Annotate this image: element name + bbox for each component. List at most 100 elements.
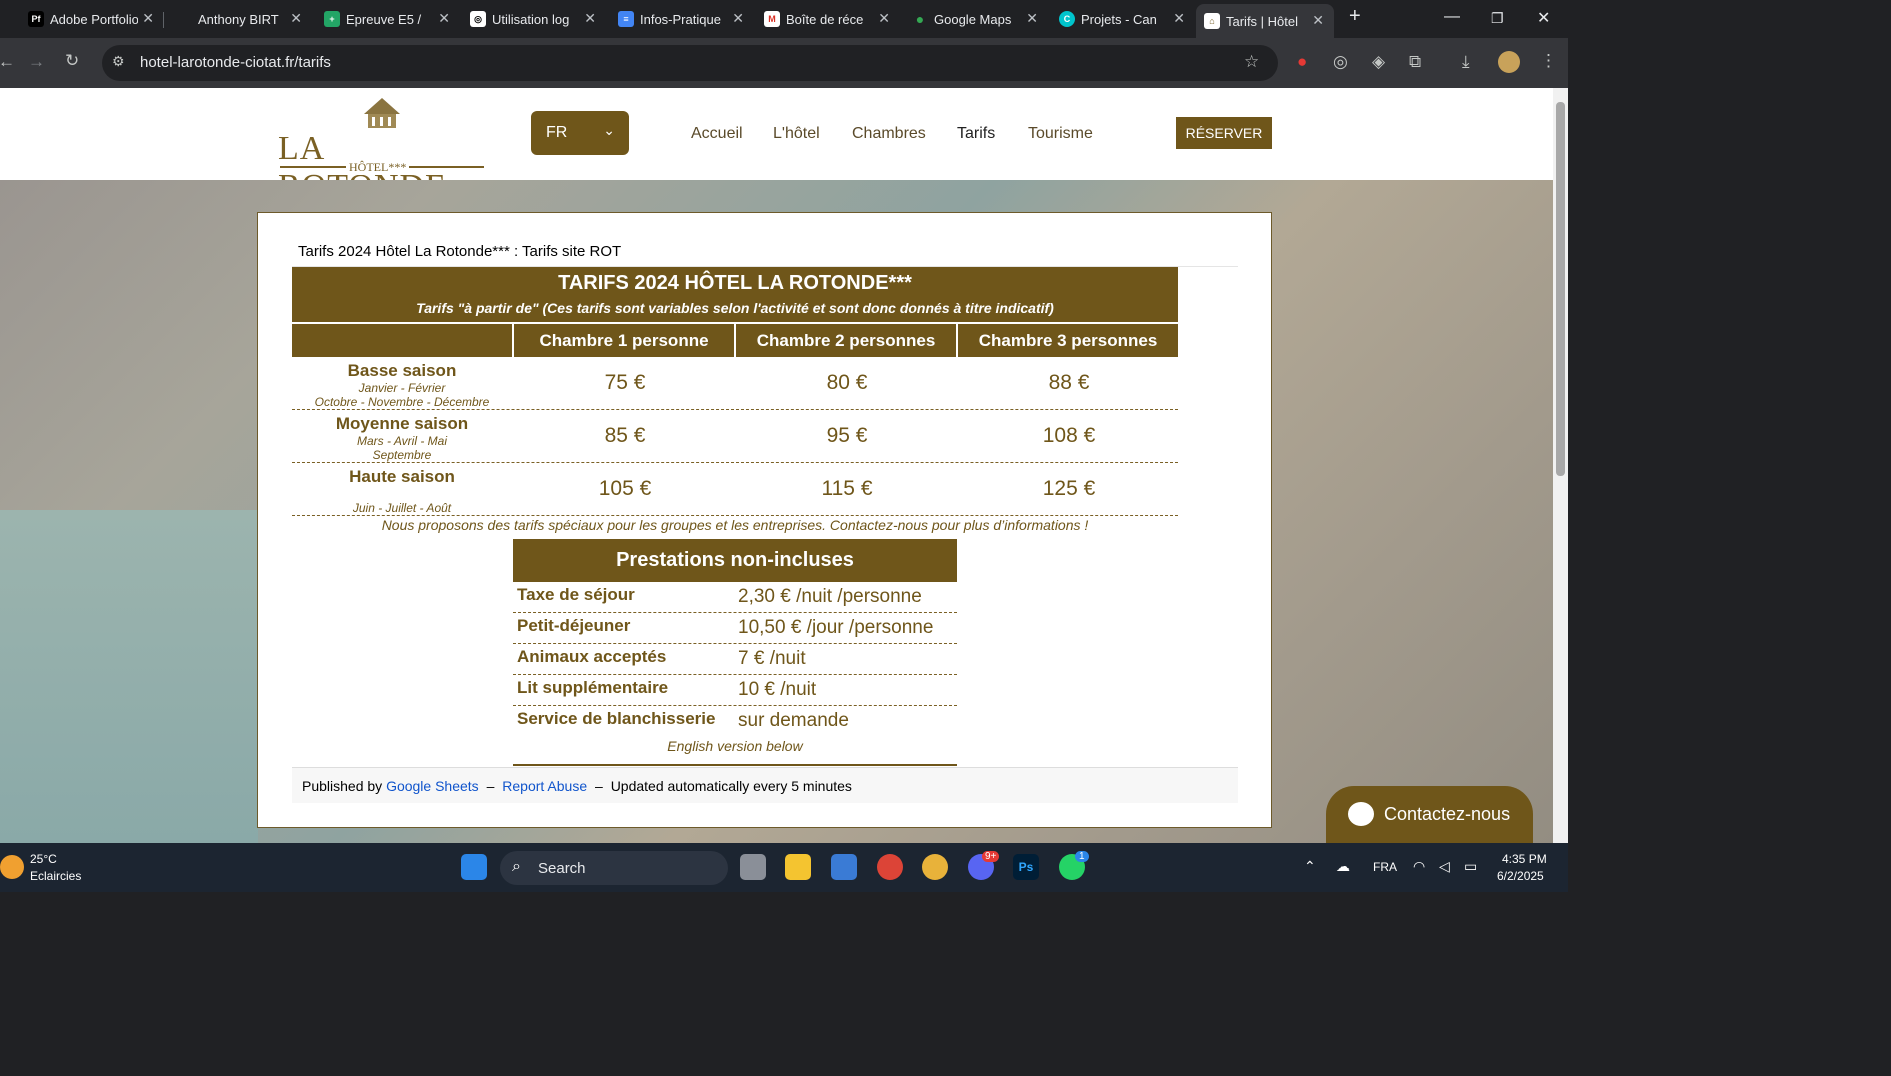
input-language[interactable]: FRA: [1373, 860, 1397, 874]
close-icon[interactable]: ✕: [584, 10, 596, 27]
column-header-1: Chambre 1 personne: [514, 324, 734, 357]
chevron-down-icon: ⌄: [603, 122, 615, 138]
nav-accueil[interactable]: Accueil: [691, 125, 743, 143]
prestation-label: Lit supplémentaire: [517, 678, 669, 697]
minimize-icon[interactable]: —: [1444, 8, 1460, 26]
profile-avatar[interactable]: [1498, 51, 1520, 73]
price-2-persons: 80 €: [826, 371, 868, 394]
prestation-row: Animaux acceptés 7 € /nuit: [513, 644, 957, 675]
logo-sub: HÔTEL***: [346, 160, 410, 175]
clock-date[interactable]: 6/2/2025: [1497, 869, 1544, 883]
nav-chambres[interactable]: Chambres: [852, 125, 926, 143]
nav-tarifs[interactable]: Tarifs: [957, 125, 995, 143]
tab-tarifs-active[interactable]: ⌂ Tarifs | Hôtel ✕: [1196, 4, 1334, 38]
task-view-icon[interactable]: [740, 854, 766, 880]
bookmark-star-icon[interactable]: ☆: [1244, 52, 1259, 72]
language-value: FR: [546, 124, 568, 141]
forward-icon[interactable]: →: [28, 52, 45, 72]
tab-title: Epreuve E5 /: [346, 11, 422, 27]
close-icon[interactable]: ✕: [1312, 12, 1324, 29]
contact-chat-button[interactable]: Contactez-nous: [1326, 786, 1533, 843]
close-icon[interactable]: ✕: [438, 10, 450, 27]
weather-icon[interactable]: [0, 855, 24, 879]
file-explorer-icon[interactable]: [785, 854, 811, 880]
google-sheets-link[interactable]: Google Sheets: [386, 778, 479, 794]
season-cell: Moyenne saison Mars - Avril - Mai Septem…: [292, 410, 512, 462]
reserve-button[interactable]: RÉSERVER: [1176, 117, 1272, 149]
price-1-person: 105 €: [598, 477, 652, 500]
tab-gmail[interactable]: M Boîte de réce ✕: [760, 6, 890, 32]
tray-chevron-up-icon[interactable]: ⌃: [1304, 858, 1316, 875]
onedrive-icon[interactable]: ☁: [1336, 858, 1350, 875]
season-months: Septembre: [372, 448, 432, 462]
chrome-icon[interactable]: [877, 854, 903, 880]
url-text[interactable]: hotel-larotonde-ciotat.fr/tarifs: [140, 54, 331, 71]
close-window-icon[interactable]: ✕: [1537, 8, 1550, 28]
reload-icon[interactable]: ↻: [65, 51, 79, 71]
tab-title: Anthony BIRT: [198, 11, 279, 27]
new-tab-button[interactable]: +: [1349, 5, 1361, 28]
chat-label: Contactez-nous: [1384, 804, 1511, 824]
chrome-profile-icon[interactable]: [922, 854, 948, 880]
tab-adobe-portfolio[interactable]: Pf Adobe Portfolio ✕: [24, 6, 154, 32]
taskbar-search[interactable]: ⌕ Search: [500, 851, 728, 885]
maps-icon: ●: [915, 11, 925, 27]
tab-infos[interactable]: ≡ Infos-Pratique ✕: [614, 6, 744, 32]
tab-utilisation[interactable]: ◎ Utilisation log ✕: [466, 6, 596, 32]
prestation-row: Petit-déjeuner 10,50 € /jour /personne: [513, 613, 957, 644]
tab-anthony[interactable]: Anthony BIRT ✕: [172, 6, 302, 32]
column-header-2: Chambre 2 personnes: [736, 324, 956, 357]
prestation-value: 7 € /nuit: [738, 648, 806, 669]
updated-text: Updated automatically every 5 minutes: [610, 778, 852, 794]
close-icon[interactable]: ✕: [1173, 10, 1185, 27]
close-icon[interactable]: ✕: [878, 10, 890, 27]
page-scrollbar-thumb[interactable]: [1556, 102, 1565, 476]
tab-maps[interactable]: ● Google Maps ✕: [908, 6, 1038, 32]
battery-icon[interactable]: ▭: [1464, 858, 1477, 875]
tab-canva[interactable]: C Projets - Can ✕: [1055, 6, 1185, 32]
page-scrollbar[interactable]: [1553, 88, 1568, 843]
weather-desc[interactable]: Eclaircies: [30, 869, 81, 883]
tab-epreuve[interactable]: + Epreuve E5 / ✕: [320, 6, 450, 32]
season-name: Moyenne saison: [335, 414, 469, 433]
openai-icon: ◎: [470, 11, 486, 27]
site-info-icon[interactable]: ⚙: [112, 53, 125, 70]
price-1-person: 85 €: [604, 424, 646, 447]
extension-hand-icon[interactable]: ●: [1297, 52, 1307, 72]
hotel-logo[interactable]: LA ROTONDE HÔTEL***: [278, 96, 486, 205]
language-select[interactable]: FR ⌄: [531, 111, 629, 155]
close-icon[interactable]: ✕: [290, 10, 302, 27]
groups-note: Nous proposons des tarifs spéciaux pour …: [381, 517, 1089, 533]
report-abuse-link[interactable]: Report Abuse: [502, 778, 587, 794]
nav-hotel[interactable]: L'hôtel: [773, 125, 820, 143]
wifi-icon[interactable]: ◠: [1413, 858, 1425, 875]
clock-time[interactable]: 4:35 PM: [1502, 852, 1547, 866]
nav-tourisme[interactable]: Tourisme: [1028, 125, 1093, 143]
photoshop-icon[interactable]: Ps: [1013, 854, 1039, 880]
divider: [513, 764, 957, 766]
shield-icon[interactable]: ◈: [1372, 52, 1385, 72]
price-3-persons: 108 €: [1042, 424, 1096, 447]
prestation-label: Service de blanchisserie: [517, 709, 716, 728]
back-icon[interactable]: ←: [0, 52, 15, 72]
extension-glasses-icon[interactable]: ◎: [1333, 52, 1348, 72]
tab-separator: [163, 12, 164, 28]
download-icon[interactable]: ⤓: [1462, 52, 1470, 72]
prestation-label: Petit-déjeuner: [517, 616, 631, 635]
address-bar[interactable]: ⚙ hotel-larotonde-ciotat.fr/tarifs ☆: [102, 45, 1278, 81]
weather-temp[interactable]: 25°C: [30, 852, 57, 866]
photos-icon[interactable]: [831, 854, 857, 880]
english-version-note: English version below: [667, 738, 803, 754]
menu-dots-icon[interactable]: ⋮: [1540, 51, 1557, 71]
close-icon[interactable]: ✕: [732, 10, 744, 27]
sheet-doc-title: Tarifs 2024 Hôtel La Rotonde*** : Tarifs…: [292, 237, 1238, 267]
volume-muted-icon[interactable]: ◁: [1439, 858, 1450, 875]
close-icon[interactable]: ✕: [142, 10, 154, 27]
extensions-puzzle-icon[interactable]: ⧉: [1409, 52, 1421, 72]
tab-title: Infos-Pratique: [640, 11, 721, 27]
published-by-text: Published by: [302, 778, 383, 794]
sheets-icon: +: [324, 11, 340, 27]
windows-start-icon[interactable]: [461, 854, 487, 880]
restore-icon[interactable]: ❐: [1491, 10, 1504, 27]
close-icon[interactable]: ✕: [1026, 10, 1038, 27]
